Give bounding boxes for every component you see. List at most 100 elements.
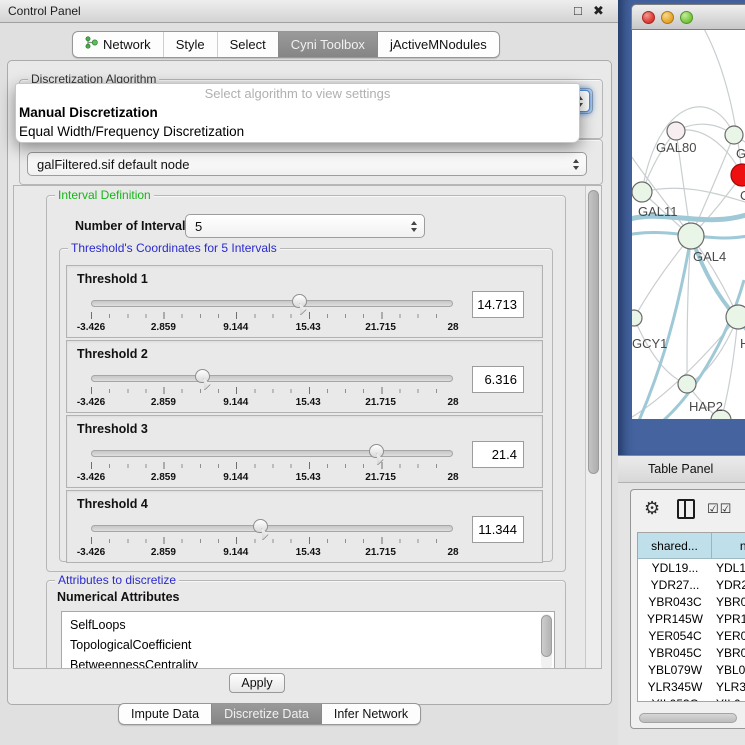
threshold-label: Threshold 2 xyxy=(77,347,148,361)
table-row[interactable]: YDR27... YDR2 xyxy=(638,576,745,593)
intervals-stepper[interactable] xyxy=(405,216,423,236)
attributes-scrollbar-thumb[interactable] xyxy=(541,615,552,657)
slider-track[interactable] xyxy=(91,525,453,532)
minimize-traffic-light[interactable] xyxy=(661,11,674,24)
popup-hint: Select algorithm to view settings xyxy=(16,84,579,103)
table-row[interactable]: YBL079W YBL0 xyxy=(638,661,745,678)
popup-item-equal-width-frequency[interactable]: Equal Width/Frequency Discretization xyxy=(16,122,579,141)
node-red-selected[interactable] xyxy=(731,164,745,186)
gear-icon[interactable]: ⚙ xyxy=(644,498,660,518)
table-row[interactable]: YPR145W YPR1 xyxy=(638,610,745,627)
attribute-list-item[interactable]: TopologicalCoefficient xyxy=(62,635,554,655)
apply-button[interactable]: Apply xyxy=(229,673,285,693)
threshold-row: Threshold 2 -3.426 2.859 9.1 xyxy=(66,340,543,413)
slider-thumb[interactable] xyxy=(195,369,210,383)
node-h[interactable] xyxy=(726,305,745,329)
tab-network[interactable]: Network xyxy=(73,32,163,57)
threshold-slider[interactable]: -3.426 2.859 9.144 15.43 21.715 28 xyxy=(91,519,453,561)
table-row[interactable]: YBR043C YBR0 xyxy=(638,593,745,610)
threshold-slider[interactable]: -3.426 2.859 9.144 15.43 21.715 28 xyxy=(91,369,453,411)
table-row[interactable]: YER054C YER0 xyxy=(638,627,745,644)
attributes-group: Attributes to discretize Numerical Attri… xyxy=(46,580,566,669)
threshold-label: Threshold 4 xyxy=(77,497,148,511)
slider-track[interactable] xyxy=(91,450,453,457)
cell-shared-name: YBL079W xyxy=(638,663,712,677)
cell-shared-name: YLR345W xyxy=(638,680,712,694)
close-panel-icon[interactable]: ✖ xyxy=(593,0,604,22)
label-ga-partial: GA xyxy=(736,146,745,161)
tick-label: 21.715 xyxy=(365,547,396,558)
apply-row: Apply xyxy=(13,669,602,704)
tick-label: 15.43 xyxy=(296,397,321,408)
node-gal80[interactable] xyxy=(667,122,685,140)
tab-style-label: Style xyxy=(176,32,205,57)
checkbox-icons[interactable]: ☑☑ xyxy=(707,501,732,517)
table-horizontal-scrollbar-thumb[interactable] xyxy=(639,713,737,723)
slider-tick-labels: -3.426 2.859 9.144 15.43 21.715 28 xyxy=(91,547,453,559)
tab-style[interactable]: Style xyxy=(163,32,217,57)
threshold-slider[interactable]: -3.426 2.859 9.144 15.43 21.715 28 xyxy=(91,294,453,336)
slider-thumb[interactable] xyxy=(369,444,384,458)
cell-shared-name: YDL19... xyxy=(638,561,712,575)
slider-thumb[interactable] xyxy=(253,519,268,533)
threshold-value-field[interactable] xyxy=(472,291,524,318)
node-gcy1[interactable] xyxy=(632,310,642,326)
attribute-list-item[interactable]: SelfLoops xyxy=(62,615,554,635)
node-attribute-table[interactable]: shared... na YDL19... YDL1 YDR27... YDR2… xyxy=(637,532,745,702)
table-data-combobox[interactable]: galFiltered.sif default node xyxy=(27,152,587,176)
tab-infer-network[interactable]: Infer Network xyxy=(321,704,420,724)
table-data-stepper[interactable] xyxy=(567,154,585,174)
panel-title: Control Panel xyxy=(8,0,81,22)
cell-name: YBR0 xyxy=(712,595,745,609)
table-row[interactable]: YDL19... YDL1 xyxy=(638,559,745,576)
node-ga[interactable] xyxy=(725,126,743,144)
column-header-shared[interactable]: shared... xyxy=(638,533,712,558)
column-layout-icon[interactable] xyxy=(677,499,695,519)
settings-scrollbar-thumb[interactable] xyxy=(588,190,599,474)
threshold-slider[interactable]: -3.426 2.859 9.144 15.43 21.715 28 xyxy=(91,444,453,486)
numerical-attributes-list[interactable]: SelfLoops TopologicalCoefficient Between… xyxy=(61,611,555,669)
tick-label: 9.144 xyxy=(223,547,248,558)
tick-label: 2.859 xyxy=(151,472,176,483)
table-row[interactable]: YBR045C YBR0 xyxy=(638,644,745,661)
numerical-attributes-label: Numerical Attributes xyxy=(57,590,179,604)
slider-thumb[interactable] xyxy=(292,294,307,308)
tick-label: 9.144 xyxy=(223,472,248,483)
threshold-value-field[interactable] xyxy=(472,441,524,468)
cell-name: YIL0 xyxy=(712,697,741,703)
network-window-titlebar[interactable] xyxy=(631,4,745,30)
node-hap2[interactable] xyxy=(678,375,696,393)
table-horizontal-scrollbar[interactable] xyxy=(639,713,741,723)
float-window-icon[interactable]: □ xyxy=(574,0,582,22)
tab-select[interactable]: Select xyxy=(217,32,278,57)
tab-impute-data[interactable]: Impute Data xyxy=(119,704,211,724)
stepper-up-icon xyxy=(573,159,579,163)
network-canvas[interactable]: GAL80 GA GAL11 C GAL4 GCY1 H HAP2 xyxy=(632,30,745,419)
tab-discretize-data[interactable]: Discretize Data xyxy=(211,704,321,724)
slider-track[interactable] xyxy=(91,300,453,307)
attribute-list-item[interactable]: BetweennessCentrality xyxy=(62,655,554,669)
popup-item-manual-discretization[interactable]: Manual Discretization xyxy=(16,103,579,122)
tab-cyni-toolbox[interactable]: Cyni Toolbox xyxy=(278,32,377,57)
tick-label: 28 xyxy=(447,322,458,333)
attributes-scrollbar[interactable] xyxy=(541,614,552,669)
threshold-value-field[interactable] xyxy=(472,366,524,393)
tick-label: 2.859 xyxy=(151,322,176,333)
node-gal4[interactable] xyxy=(678,223,704,249)
column-header-name[interactable]: na xyxy=(712,533,745,558)
interval-definition-title: Interval Definition xyxy=(55,188,154,203)
cell-name: YPR1 xyxy=(712,612,745,626)
settings-scrollbar[interactable] xyxy=(585,186,601,668)
table-row[interactable]: YIL053C YIL0 xyxy=(638,695,745,702)
node-gal11[interactable] xyxy=(632,182,652,202)
number-of-intervals-spinner[interactable]: 5 xyxy=(185,214,425,238)
zoom-traffic-light[interactable] xyxy=(680,11,693,24)
table-row[interactable]: YLR345W YLR3 xyxy=(638,678,745,695)
threshold-value-field[interactable] xyxy=(472,516,524,543)
network-graph: GAL80 GA GAL11 C GAL4 GCY1 H HAP2 xyxy=(632,30,745,419)
slider-tick-labels: -3.426 2.859 9.144 15.43 21.715 28 xyxy=(91,322,453,334)
tick-label: 28 xyxy=(447,472,458,483)
slider-track[interactable] xyxy=(91,375,453,382)
close-traffic-light[interactable] xyxy=(642,11,655,24)
tab-jactivemnodules[interactable]: jActiveMNodules xyxy=(377,32,499,57)
